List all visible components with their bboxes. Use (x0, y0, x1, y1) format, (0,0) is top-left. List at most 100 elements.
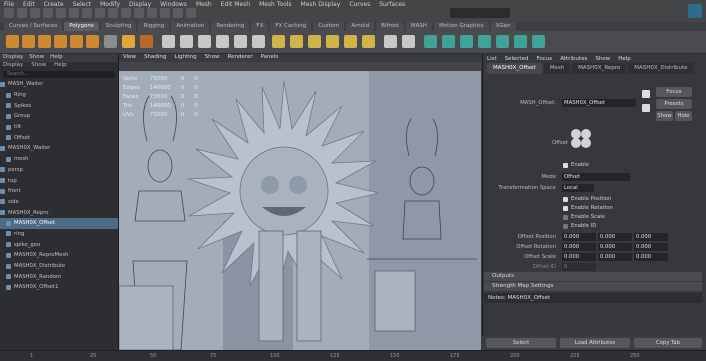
offset-position-x[interactable]: 0.000 (562, 233, 596, 241)
outliner-item[interactable]: MASH0X_Random (0, 271, 118, 282)
svg-tool-icon[interactable] (140, 35, 153, 48)
shelf-tab-custom[interactable]: Custom (313, 22, 345, 31)
shelf-tab-arnold[interactable]: Arnold (346, 22, 375, 31)
outliner-item[interactable]: front (0, 186, 118, 197)
select-component-icon[interactable] (95, 8, 105, 18)
outputs-section[interactable]: Outputs (484, 272, 702, 281)
shelf-tab-polygons[interactable]: Polygons (64, 22, 99, 31)
enable-checkbox[interactable] (563, 163, 568, 168)
reduce-icon[interactable] (234, 35, 247, 48)
outliner-item[interactable]: mesh (0, 154, 118, 165)
viewport-menu-shading[interactable]: Shading (144, 54, 166, 62)
outliner-header-display[interactable]: Display (3, 54, 23, 62)
outliner-item[interactable]: MASH0X_Offset1 (0, 282, 118, 293)
poly-sphere-icon[interactable] (6, 35, 19, 48)
viewport-3d[interactable]: View Shading Lighting Show Renderer Pane… (119, 54, 481, 350)
outliner-item[interactable]: ring (0, 229, 118, 240)
outliner-item[interactable]: MASH_Waiter (0, 79, 118, 90)
outliner-item[interactable]: top (0, 175, 118, 186)
snap-surface-icon[interactable] (147, 8, 157, 18)
menu-curves[interactable]: Curves (349, 1, 370, 8)
copy-tab-icon[interactable] (642, 104, 650, 112)
menu-windows[interactable]: Windows (160, 1, 187, 8)
load-attributes-button[interactable]: Load Attributes (560, 338, 630, 348)
menu-mesh-display[interactable]: Mesh Display (301, 1, 341, 8)
mash-curve-icon[interactable] (532, 35, 545, 48)
outliner-item[interactable]: Spikes (0, 100, 118, 111)
mode-dropdown[interactable]: Offset (562, 173, 630, 181)
outliner-item[interactable]: Offset (0, 132, 118, 143)
viewport-menu-show[interactable]: Show (205, 54, 220, 62)
shelf-tab-xgen[interactable]: XGen (490, 22, 516, 31)
offset-scale-z[interactable]: 0.000 (634, 253, 668, 261)
new-scene-icon[interactable] (4, 8, 14, 18)
outliner-item[interactable]: tilt (0, 122, 118, 133)
uv-editor-icon[interactable] (384, 35, 397, 48)
menu-edit[interactable]: Edit (23, 1, 35, 8)
menu-select[interactable]: Select (73, 1, 92, 8)
copy-tab-button[interactable]: Copy Tab (634, 338, 702, 348)
ae-tab-mesh[interactable]: Mesh (543, 63, 571, 74)
focus-button[interactable]: Focus (656, 87, 692, 97)
offset-scale-x[interactable]: 0.000 (562, 253, 596, 261)
multi-cut-icon[interactable] (326, 35, 339, 48)
edge-loop-icon[interactable] (344, 35, 357, 48)
separate-icon[interactable] (162, 35, 175, 48)
ae-menu-help[interactable]: Help (618, 56, 631, 62)
boolean-icon[interactable] (198, 35, 211, 48)
snap-point-icon[interactable] (134, 8, 144, 18)
transformation-space-dropdown[interactable]: Local (562, 184, 594, 192)
type-tool-icon[interactable] (122, 35, 135, 48)
menu-mesh[interactable]: Mesh (196, 1, 212, 8)
strength-map-section[interactable]: Strength Map Settings (484, 282, 702, 291)
outliner-header-help[interactable]: Help (50, 54, 63, 62)
ae-menu-selected[interactable]: Selected (505, 56, 529, 62)
viewport-menu-renderer[interactable]: Renderer (227, 54, 252, 62)
shelf-tab-rigging[interactable]: Rigging (138, 22, 170, 31)
outliner-item[interactable]: MASH0X_Waiter (0, 143, 118, 154)
menu-create[interactable]: Create (44, 1, 64, 8)
mash-create-icon[interactable] (424, 35, 437, 48)
smooth-icon[interactable] (216, 35, 229, 48)
menu-surfaces[interactable]: Surfaces (379, 1, 405, 8)
menu-file[interactable]: File (4, 1, 14, 8)
select-hierarchy-icon[interactable] (69, 8, 79, 18)
bevel-icon[interactable] (290, 35, 303, 48)
ipr-render-icon[interactable] (173, 8, 183, 18)
quad-draw-icon[interactable] (362, 35, 375, 48)
select-button[interactable]: Select (486, 338, 556, 348)
outliner-menu-show[interactable]: Show (31, 62, 46, 70)
shelf-tab-bifrost[interactable]: Bifrost (376, 22, 404, 31)
mash-distribute-icon[interactable] (442, 35, 455, 48)
outliner-search-input[interactable]: Search... (3, 71, 115, 78)
select-object-icon[interactable] (82, 8, 92, 18)
render-settings-icon[interactable] (186, 8, 196, 18)
enable-rotation-checkbox[interactable] (563, 206, 568, 211)
outliner-header-show[interactable]: Show (29, 54, 44, 62)
enable-id-checkbox[interactable] (563, 224, 568, 229)
save-scene-icon[interactable] (30, 8, 40, 18)
ae-menu-attributes[interactable]: Attributes (560, 56, 587, 62)
mirror-icon[interactable] (252, 35, 265, 48)
poly-cone-icon[interactable] (54, 35, 67, 48)
shelf-tab-animation[interactable]: Animation (171, 22, 210, 31)
outliner-item[interactable]: Ring (0, 90, 118, 101)
viewport-menu-lighting[interactable]: Lighting (174, 54, 196, 62)
outliner-item[interactable]: Group (0, 111, 118, 122)
outliner-item[interactable]: MASH0X_Distribute (0, 261, 118, 272)
mash-random-icon[interactable] (478, 35, 491, 48)
ae-tab-mash-offset[interactable]: MASH0X_Offset (487, 63, 542, 74)
render-icon[interactable] (160, 8, 170, 18)
extrude-icon[interactable] (272, 35, 285, 48)
enable-scale-checkbox[interactable] (563, 215, 568, 220)
mash-offset-icon[interactable] (460, 35, 473, 48)
ae-tab-mash-repro[interactable]: MASH0X_Repro (572, 63, 627, 74)
shelf-tab-fx[interactable]: FX (251, 22, 269, 31)
viewport-menu-view[interactable]: View (123, 54, 136, 62)
outliner-item[interactable]: MASH0X_Repro (0, 207, 118, 218)
outliner-item[interactable]: spike_geo (0, 239, 118, 250)
offset-scale-y[interactable]: 0.000 (598, 253, 632, 261)
outliner-item[interactable]: MASH0X_ReproMesh (0, 250, 118, 261)
offset-position-z[interactable]: 0.000 (634, 233, 668, 241)
mash-color-icon[interactable] (514, 35, 527, 48)
